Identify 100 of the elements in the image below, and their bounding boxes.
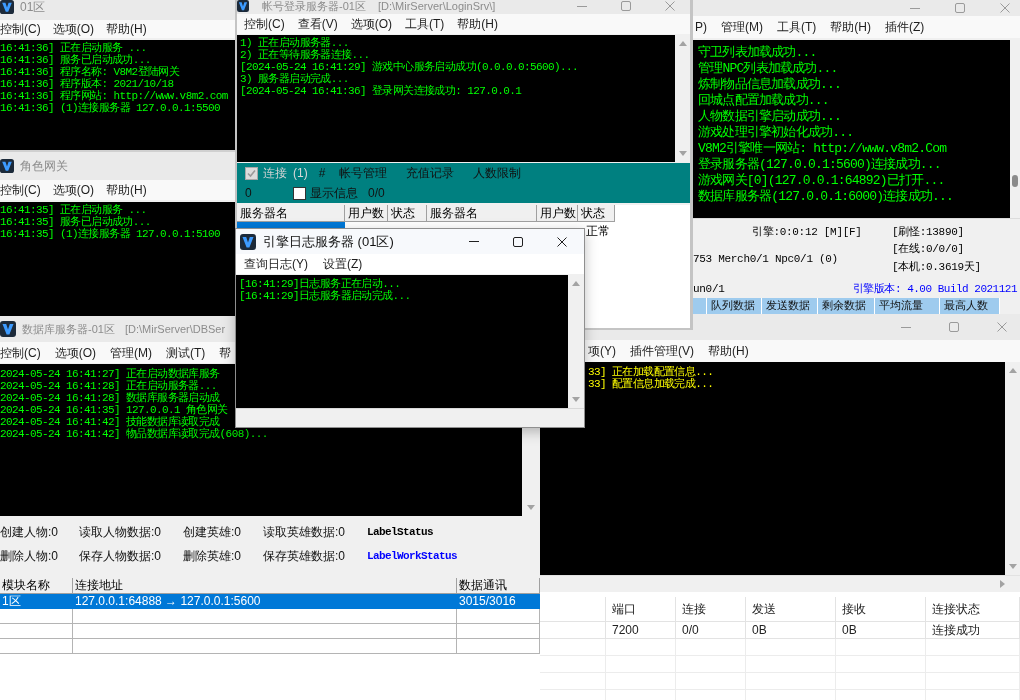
- menu-item[interactable]: P): [695, 20, 707, 34]
- column-header: 连接地址: [73, 578, 457, 594]
- column-header: 服务器名: [427, 205, 537, 222]
- menu-item[interactable]: 帮助(H): [106, 22, 147, 36]
- column-header: 平均流量: [875, 298, 940, 314]
- table-cell: 127.0.0.1:64888 → 127.0.0.1:5600: [73, 594, 457, 609]
- status-label: LabelWorkStatus: [367, 549, 458, 563]
- menu-item[interactable]: 控制(C): [244, 17, 285, 31]
- toolbar-link[interactable]: 帐号管理: [339, 166, 388, 180]
- column-header: [693, 298, 707, 314]
- scroll-down-icon[interactable]: [678, 151, 687, 156]
- minimize-icon[interactable]: [910, 7, 920, 9]
- column-header: 最高人数: [940, 298, 1000, 314]
- scroll-up-icon[interactable]: [572, 281, 580, 286]
- log-line: 16:41:35] 服务已启动成功...: [0, 216, 151, 228]
- log-line: 16:41:35] 正在启动服务 ...: [0, 204, 147, 216]
- scroll-down-icon[interactable]: [1008, 564, 1017, 569]
- status-label: LabelStatus: [367, 525, 433, 539]
- menu-item[interactable]: 选项(O): [52, 183, 94, 197]
- scroll-up-icon[interactable]: [1008, 368, 1017, 373]
- log-line: 16:41:36] 程序网站: http://www.v8m2.com: [0, 90, 228, 102]
- stat-label: 读取人物数据:0: [79, 525, 161, 539]
- column-header: 数据通讯: [457, 578, 540, 594]
- minimize-icon[interactable]: [577, 5, 587, 7]
- close-icon[interactable]: [557, 236, 567, 247]
- column-header: 端口: [606, 597, 676, 621]
- table-cell: 0/0: [676, 622, 746, 638]
- column-header: 用户数: [537, 205, 578, 222]
- log-line: 登录服务器(127.0.0.1:5600)连接成功...: [698, 157, 941, 173]
- app-logo-icon: [237, 0, 249, 12]
- stat-label: 删除人物:0: [0, 549, 58, 563]
- menu-item[interactable]: 工具(T): [405, 17, 445, 31]
- column-header: 发送数据: [762, 298, 818, 314]
- menu-item[interactable]: 工具(T): [777, 20, 817, 34]
- column-header: 服务器名: [237, 205, 345, 222]
- table-cell: 7200: [606, 622, 676, 638]
- column-header: 状态: [388, 205, 427, 222]
- log-line: 守卫列表加载成功...: [698, 45, 817, 61]
- scroll-down-icon[interactable]: [572, 397, 580, 402]
- log-line: 2) 正在等待服务器连接...: [240, 49, 370, 61]
- scroll-up-icon[interactable]: [678, 41, 687, 46]
- menu-item[interactable]: 帮助(H): [106, 183, 147, 197]
- menu-item[interactable]: 查看(V): [297, 17, 338, 31]
- menu-item[interactable]: 测试(T): [166, 345, 206, 360]
- log-line: 游戏处理引擎初始化成功...: [698, 125, 854, 141]
- menu-item[interactable]: 查询日志(Y): [244, 257, 308, 271]
- scroll-right-icon[interactable]: [1000, 580, 1005, 588]
- app-logo-icon: [0, 159, 14, 173]
- app-logo-icon: [240, 233, 256, 250]
- column-header: 模块名称: [0, 578, 73, 594]
- table-cell: 3015/3016: [457, 594, 540, 609]
- window-title: 角色网关: [20, 159, 68, 173]
- scroll-down-icon[interactable]: [527, 505, 535, 510]
- stat-label: 创建英雄:0: [183, 525, 241, 539]
- minimize-icon[interactable]: [901, 326, 911, 328]
- window-path: [D:\MirServer\DBSer: [124, 322, 226, 336]
- menu-item[interactable]: 帮助(H): [708, 344, 749, 358]
- scroll-thumb[interactable]: [1012, 175, 1018, 187]
- checkbox[interactable]: [293, 186, 306, 200]
- log-line: 人物数据引擎启动成功...: [698, 109, 841, 125]
- window-title: 帐号登录服务器-01区: [262, 0, 366, 13]
- menu-item[interactable]: 插件(Z): [885, 20, 925, 34]
- menu-item[interactable]: 管理(M): [721, 20, 763, 34]
- menu-item[interactable]: 插件管理(V): [630, 344, 694, 358]
- menu-item[interactable]: 控制(C): [0, 22, 41, 36]
- menu-item[interactable]: 设置(Z): [323, 257, 363, 271]
- log-line: 数据库服务器(127.0.0.1:6000)连接成功...: [698, 189, 954, 205]
- app-logo-icon: [0, 0, 14, 14]
- menu-item[interactable]: 选项(O): [54, 345, 96, 360]
- stat-label: 创建人物:0: [0, 525, 58, 539]
- log-line: 16:41:36] 服务已启动成功...: [0, 54, 151, 66]
- column-header: 状态: [578, 205, 615, 222]
- log-line: 33] 配置信息加载完成...: [588, 378, 714, 390]
- menu-item[interactable]: 项(Y): [588, 344, 616, 358]
- menu-item[interactable]: 帮助(H): [457, 17, 498, 31]
- menu-item[interactable]: 帮: [219, 345, 232, 360]
- menu-item[interactable]: 帮助(H): [830, 20, 871, 34]
- menu-item[interactable]: 管理(M): [110, 345, 152, 360]
- stat-label: 保存人物数据:0: [79, 549, 161, 563]
- log-line: 16:41:36] 程序版本: 2021/10/18: [0, 78, 174, 90]
- stat-label: 删除英雄:0: [183, 549, 241, 563]
- merchant-count: 753 Merch0/1 Npc0/1 (0): [693, 252, 838, 266]
- menu-item[interactable]: 控制(C): [0, 183, 41, 197]
- log-line: 16:41:36] (1)连接服务器 127.0.0.1:5500: [0, 102, 221, 114]
- menu-item[interactable]: 控制(C): [0, 345, 41, 360]
- column-header: 剩余数据: [818, 298, 875, 314]
- maximize-icon[interactable]: [513, 236, 523, 247]
- toolbar-link[interactable]: 人数限制: [473, 166, 522, 180]
- menu-item[interactable]: 选项(O): [52, 22, 94, 36]
- column-header: 连接: [676, 597, 746, 621]
- log-line: [16:41:29]日志服务器启动完成...: [239, 290, 411, 302]
- count-label: (1): [293, 166, 308, 180]
- log-line: 16:41:36] 程序名称: V8M2登陆网关: [0, 66, 180, 78]
- toolbar-link[interactable]: 充值记录: [406, 166, 455, 180]
- ratio-label: 0/0: [368, 186, 385, 200]
- menu-item[interactable]: 选项(O): [350, 17, 392, 31]
- table-cell: 0B: [746, 622, 836, 638]
- log-line: 2024-05-24 16:41:28] 数据库服务器启动成: [0, 392, 220, 404]
- monster-count: [刷怪:13890]: [892, 225, 964, 239]
- table-cell: 连接成功: [926, 622, 1020, 638]
